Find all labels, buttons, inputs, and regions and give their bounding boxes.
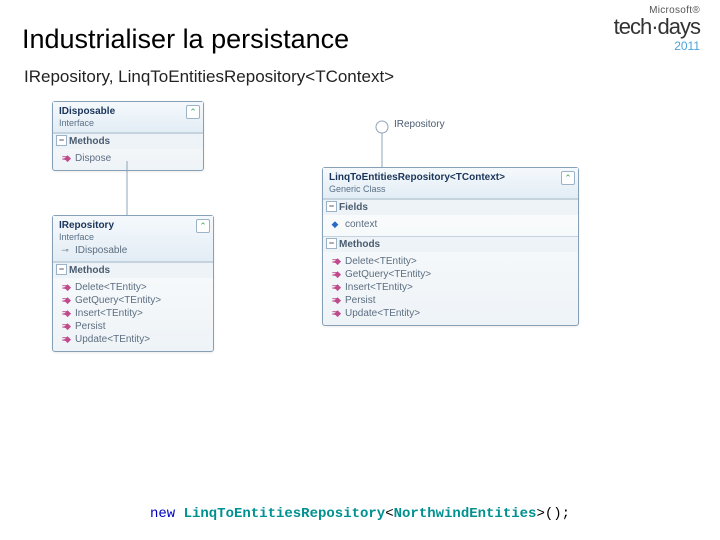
method-item: Delete<TEntity>: [329, 255, 572, 268]
method-item: Update<TEntity>: [59, 333, 207, 346]
brand-block: Microsoft® tech·days 2011: [614, 6, 700, 52]
chevron-up-icon[interactable]: ⌃: [186, 105, 200, 119]
section-methods[interactable]: Methods: [53, 263, 213, 278]
chevron-up-icon[interactable]: ⌃: [561, 171, 575, 185]
method-icon: [59, 296, 71, 306]
code-sample: new LinqToEntitiesRepository<NorthwindEn…: [0, 506, 720, 522]
class-stereotype: Generic Class: [329, 184, 560, 194]
implements-ref: IDisposable: [59, 244, 195, 257]
slide-title: Industrialiser la persistance: [22, 24, 698, 55]
method-icon: [59, 154, 71, 164]
slide-subtitle: IRepository, LinqToEntitiesRepository<TC…: [24, 67, 698, 87]
class-idisposable: IDisposable Interface ⌃ Methods Dispose: [52, 101, 204, 171]
method-item: Delete<TEntity>: [59, 281, 207, 294]
class-linq-repo: LinqToEntitiesRepository<TContext> Gener…: [322, 167, 579, 326]
class-stereotype: Interface: [59, 118, 185, 128]
method-item: Insert<TEntity>: [329, 281, 572, 294]
field-icon: [329, 220, 341, 230]
method-icon: [59, 322, 71, 332]
method-icon: [329, 309, 341, 319]
method-item: Update<TEntity>: [329, 307, 572, 320]
method-item: GetQuery<TEntity>: [59, 294, 207, 307]
method-icon: [59, 335, 71, 345]
method-icon: [329, 283, 341, 293]
lollipop-label: IRepository: [394, 119, 445, 130]
class-stereotype: Interface: [59, 232, 195, 242]
method-item: Insert<TEntity>: [59, 307, 207, 320]
brand-year: 2011: [614, 40, 700, 52]
method-icon: [329, 270, 341, 280]
class-irepository: IRepository Interface IDisposable ⌃ Meth…: [52, 215, 214, 352]
method-icon: [59, 309, 71, 319]
method-icon: [59, 283, 71, 293]
class-name: IRepository: [59, 220, 195, 231]
method-item: Persist: [59, 320, 207, 333]
section-methods[interactable]: Methods: [53, 134, 203, 149]
section-fields[interactable]: Fields: [323, 200, 578, 215]
method-icon: [329, 257, 341, 267]
method-item: Dispose: [59, 152, 197, 165]
class-diagram: IDisposable Interface ⌃ Methods Dispose: [22, 97, 698, 437]
field-item: context: [329, 218, 572, 231]
method-icon: [329, 296, 341, 306]
interface-icon: [59, 246, 71, 256]
method-item: Persist: [329, 294, 572, 307]
section-methods[interactable]: Methods: [323, 237, 578, 252]
brand-name: tech·days: [614, 16, 700, 38]
chevron-up-icon[interactable]: ⌃: [196, 219, 210, 233]
class-name: LinqToEntitiesRepository<TContext>: [329, 172, 560, 183]
method-item: GetQuery<TEntity>: [329, 268, 572, 281]
class-name: IDisposable: [59, 106, 185, 117]
